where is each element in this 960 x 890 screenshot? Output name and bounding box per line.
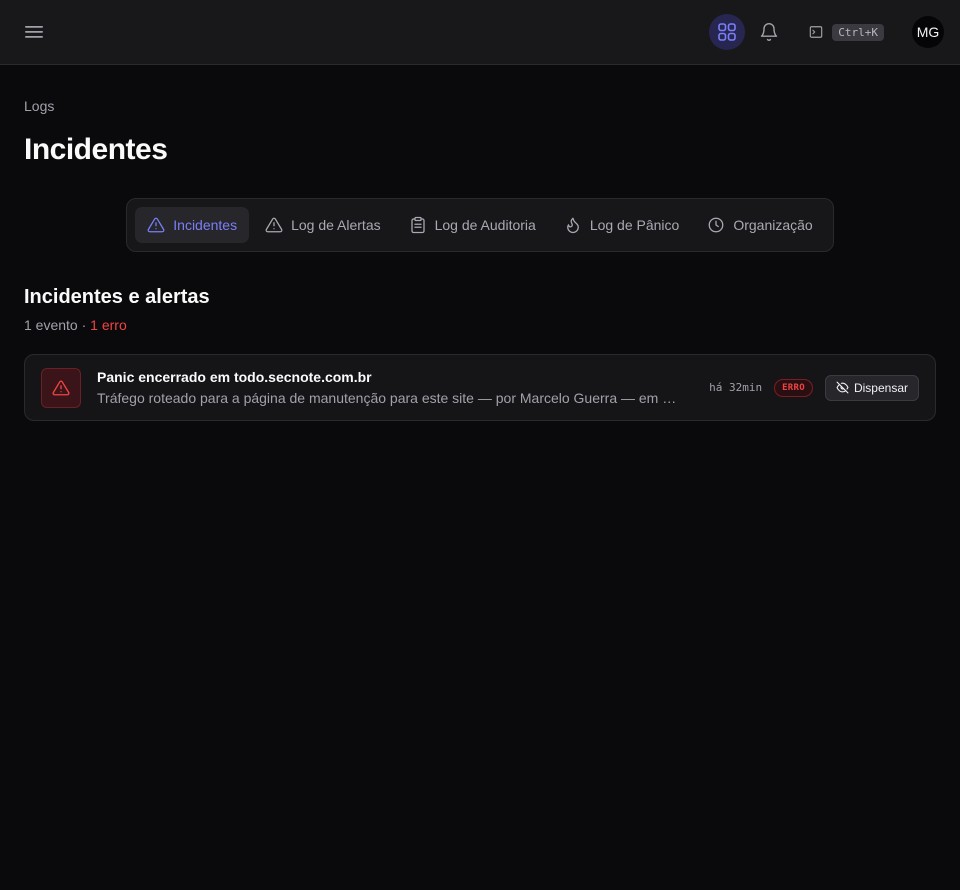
shortcut-hint: Ctrl+K: [832, 23, 884, 41]
clock-icon: [708, 217, 724, 233]
eye-off-icon: [836, 381, 849, 394]
terminal-icon: [809, 26, 823, 38]
event-summary: 1 evento · 1 erro: [24, 317, 936, 333]
tab-log-de-auditoria[interactable]: Log de Auditoria: [397, 207, 548, 243]
error-count: 1 erro: [90, 317, 127, 333]
event-count: 1 evento: [24, 317, 78, 333]
status-badge: ERRO: [774, 378, 813, 397]
separator: ·: [81, 317, 87, 333]
avatar[interactable]: MG: [912, 16, 944, 48]
event-time: há 32min: [709, 381, 763, 394]
event-meta: há 32min ERRO Dispensar: [709, 374, 919, 401]
main-content: Logs Incidentes Incidentes Log de Alerta…: [0, 65, 960, 421]
tabs-container: Incidentes Log de Alertas Log de Auditor…: [24, 198, 936, 252]
dismiss-button[interactable]: Dispensar: [824, 374, 919, 401]
section-title: Incidentes e alertas: [24, 286, 210, 308]
tab-log-de-panico[interactable]: Log de Pânico: [552, 207, 692, 243]
tab-label: Log de Alertas: [291, 217, 381, 233]
event-description: Tráfego roteado para a página de manuten…: [97, 390, 679, 406]
flame-icon: [566, 217, 579, 234]
tab-label: Log de Auditoria: [434, 217, 536, 233]
warning-icon: [52, 380, 70, 395]
bell-icon: [761, 23, 778, 42]
alert-indicator: [41, 367, 81, 408]
dismiss-label: Dispensar: [853, 380, 908, 395]
header-actions: Ctrl+K MG: [709, 14, 944, 50]
breadcrumb[interactable]: Logs: [24, 98, 936, 115]
page-title: Incidentes: [24, 133, 168, 166]
tab-organizacao[interactable]: Organização: [695, 207, 824, 243]
event-text: Panic encerrado em todo.secnote.com.br T…: [97, 369, 709, 406]
hamburger-icon: [25, 26, 43, 38]
event-card: Panic encerrado em todo.secnote.com.br T…: [24, 354, 936, 421]
warning-icon: [265, 217, 283, 233]
tab-bar: Incidentes Log de Alertas Log de Auditor…: [126, 198, 834, 252]
menu-button[interactable]: [22, 20, 46, 44]
top-bar: Ctrl+K MG: [0, 0, 960, 65]
command-palette-button[interactable]: Ctrl+K: [809, 23, 884, 41]
tab-label: Incidentes: [173, 217, 238, 233]
warning-icon: [147, 217, 165, 233]
tab-label: Organização: [733, 217, 813, 233]
tab-label: Log de Pânico: [589, 217, 680, 233]
event-title: Panic encerrado em todo.secnote.com.br: [97, 369, 372, 385]
tab-incidentes[interactable]: Incidentes: [135, 207, 250, 243]
tab-log-de-alertas[interactable]: Log de Alertas: [253, 207, 393, 243]
notifications-button[interactable]: [751, 14, 787, 50]
apps-button[interactable]: [709, 14, 746, 50]
grid-icon: [718, 23, 737, 41]
clipboard-icon: [410, 216, 425, 234]
